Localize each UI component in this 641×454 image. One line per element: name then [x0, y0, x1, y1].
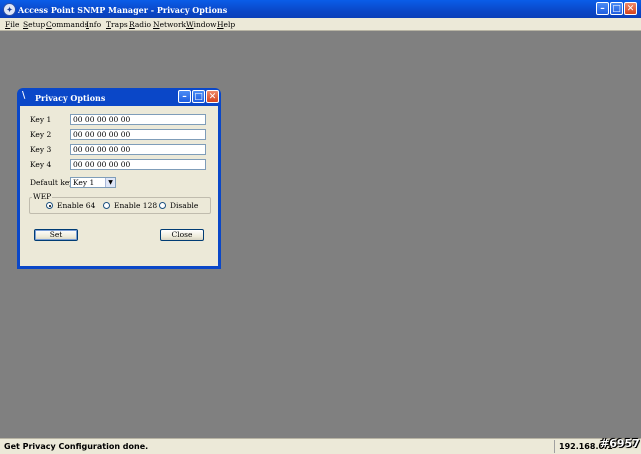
menu-commands[interactable]: Commands [46, 20, 88, 29]
radio-enable-64-label[interactable]: Enable 64 [57, 201, 95, 210]
key4-field[interactable]: 00 00 00 00 00 [70, 159, 206, 170]
maximize-button[interactable]: □ [610, 2, 623, 15]
radio-enable-128-label[interactable]: Enable 128 [114, 201, 157, 210]
default-key-value: Key 1 [73, 178, 95, 187]
default-key-select[interactable]: Key 1 ▼ [70, 177, 116, 188]
watermark: #6957 [600, 437, 640, 450]
menu-traps[interactable]: Traps [106, 20, 128, 29]
radio-enable-128[interactable] [103, 202, 110, 209]
key3-field[interactable]: 00 00 00 00 00 [70, 144, 206, 155]
dialog-close-button[interactable]: ✕ [206, 90, 219, 103]
menu-radio[interactable]: Radio [129, 20, 151, 29]
key3-label: Key 3 [30, 145, 52, 154]
menu-help[interactable]: Help [217, 20, 235, 29]
close-button[interactable]: ✕ [624, 2, 637, 15]
app-title: Access Point SNMP Manager - Privacy Opti… [18, 5, 228, 15]
key2-label: Key 2 [30, 130, 52, 139]
set-button[interactable]: Set [34, 229, 78, 241]
menu-bar: File Setup Commands Info Traps Radio Net… [0, 18, 641, 31]
key1-field[interactable]: 00 00 00 00 00 [70, 114, 206, 125]
wep-label: WEP [32, 192, 53, 201]
minimize-button[interactable]: – [596, 2, 609, 15]
default-key-label: Default key [30, 178, 74, 187]
chevron-down-icon[interactable]: ▼ [105, 178, 115, 187]
radio-disable[interactable] [159, 202, 166, 209]
key2-field[interactable]: 00 00 00 00 00 [70, 129, 206, 140]
radio-enable-64[interactable] [46, 202, 53, 209]
dialog-minimize-button[interactable]: – [178, 90, 191, 103]
menu-setup[interactable]: Setup [23, 20, 45, 29]
key1-label: Key 1 [30, 115, 52, 124]
status-bar: Get Privacy Configuration done. 192.168.… [0, 438, 641, 454]
menu-file[interactable]: File [5, 20, 19, 29]
app-title-bar[interactable]: ✦ Access Point SNMP Manager - Privacy Op… [0, 0, 641, 18]
dialog-title-bar[interactable]: \ Privacy Options – □ ✕ [20, 88, 219, 106]
privacy-options-dialog: \ Privacy Options – □ ✕ Key 1 00 00 00 0… [17, 88, 221, 269]
menu-network[interactable]: Network [153, 20, 186, 29]
dialog-icon: \ [22, 91, 26, 101]
dialog-title: Privacy Options [35, 93, 106, 103]
menu-window[interactable]: Window [186, 20, 217, 29]
key4-label: Key 4 [30, 160, 52, 169]
close-dialog-button[interactable]: Close [160, 229, 204, 241]
dialog-maximize-button[interactable]: □ [192, 90, 205, 103]
status-divider [554, 440, 555, 453]
radio-disable-label[interactable]: Disable [170, 201, 198, 210]
menu-info[interactable]: Info [86, 20, 101, 29]
app-icon[interactable]: ✦ [3, 3, 16, 16]
status-message: Get Privacy Configuration done. [4, 442, 149, 451]
dialog-body: Key 1 00 00 00 00 00 Key 2 00 00 00 00 0… [20, 106, 218, 266]
